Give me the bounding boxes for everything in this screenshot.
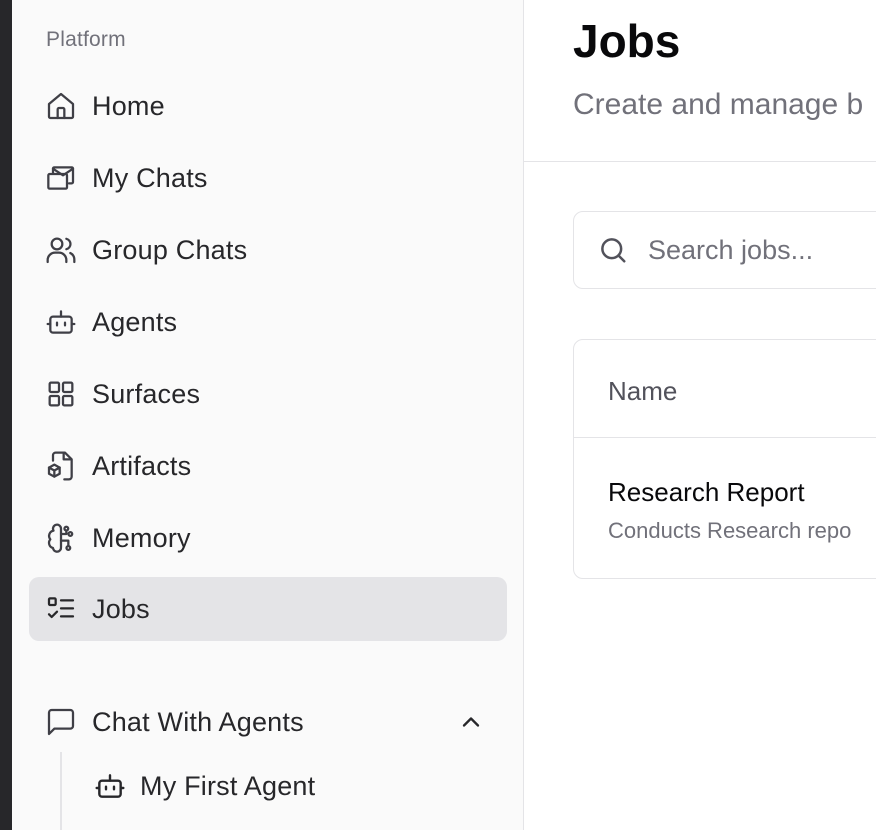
sidebar-item-label: Artifacts [92, 450, 192, 481]
sidebar-item-my-chats[interactable]: My Chats [29, 146, 507, 210]
search-icon [601, 238, 626, 263]
subtree-guide-line [60, 752, 62, 830]
sidebar-group-label: Chat With Agents [92, 706, 304, 737]
bot-icon [94, 770, 126, 802]
search-field[interactable] [573, 211, 876, 289]
sidebar-section-label: Platform [46, 28, 126, 51]
sidebar-item-label: Home [92, 90, 165, 121]
sidebar-item-label: Group Chats [92, 234, 248, 265]
message-square-icon [45, 706, 77, 738]
sidebar-item-surfaces[interactable]: Surfaces [29, 362, 507, 426]
home-icon [45, 90, 77, 122]
users-icon [45, 234, 77, 266]
mail-chats-icon [45, 162, 77, 194]
sidebar-item-label: Surfaces [92, 378, 201, 409]
sidebar-item-jobs[interactable]: Jobs [29, 577, 507, 641]
bot-icon [45, 306, 77, 338]
brain-icon [45, 522, 77, 554]
sidebar-item-label: My Chats [92, 162, 208, 193]
sidebar-item-label: Memory [92, 522, 191, 553]
page-header: Jobs Create and manage b [524, 0, 876, 162]
job-name[interactable]: Research Report [608, 477, 805, 508]
app-window: Platform Home My Chats Group Chats Agent… [0, 0, 876, 830]
sidebar-group-chat-with-agents[interactable]: Chat With Agents [29, 690, 507, 754]
chevron-up-icon[interactable] [457, 708, 485, 736]
sidebar-item-group-chats[interactable]: Group Chats [29, 218, 507, 282]
sidebar-item-label: Jobs [92, 593, 150, 624]
sidebar-item-label: Agents [92, 306, 178, 337]
file-box-icon [45, 450, 77, 482]
sidebar-item-memory[interactable]: Memory [29, 506, 507, 570]
sidebar-subitem-my-first-agent[interactable]: My First Agent [82, 758, 502, 814]
sidebar: Platform Home My Chats Group Chats Agent… [12, 0, 524, 830]
column-header-name[interactable]: Name [608, 376, 677, 407]
window-edge [0, 0, 12, 830]
table-header: Name [574, 340, 876, 438]
grid-icon [45, 378, 77, 410]
main-content: Jobs Create and manage b Name Research R… [524, 0, 876, 830]
sidebar-item-home[interactable]: Home [29, 74, 507, 138]
search-input[interactable] [648, 234, 876, 266]
bot-icon [94, 826, 126, 830]
sidebar-item-agents[interactable]: Agents [29, 290, 507, 354]
sidebar-subitem-label: My First Agent [140, 770, 316, 801]
sidebar-item-artifacts[interactable]: Artifacts [29, 434, 507, 498]
jobs-table: Name Research Report Conducts Research r… [573, 339, 876, 579]
page-title: Jobs [573, 15, 681, 67]
list-checks-icon [45, 593, 77, 625]
sidebar-subitem-partial[interactable] [82, 814, 502, 830]
page-subtitle: Create and manage b [573, 88, 864, 121]
job-description: Conducts Research repo [608, 518, 852, 543]
